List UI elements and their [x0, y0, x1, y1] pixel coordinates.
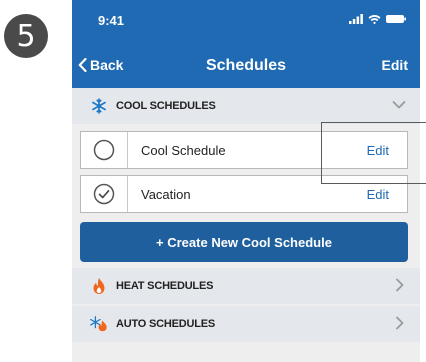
radio-unselected-icon: [93, 139, 115, 161]
cool-schedules-header[interactable]: COOL SCHEDULES: [72, 88, 420, 124]
step-number: 5: [16, 18, 36, 54]
signal-icon: [349, 14, 363, 24]
status-icons: [349, 14, 406, 24]
wifi-icon: [368, 15, 381, 24]
edit-schedule-button[interactable]: Edit: [367, 187, 389, 202]
snowflake-flame-icon: [90, 315, 108, 333]
auto-schedules-title: AUTO SCHEDULES: [116, 318, 216, 330]
auto-schedules-header[interactable]: AUTO SCHEDULES: [72, 306, 420, 342]
battery-icon: [386, 15, 406, 23]
schedule-select-radio[interactable]: [81, 132, 128, 168]
chevron-down-icon: [392, 101, 406, 109]
schedule-select-radio[interactable]: [81, 176, 128, 212]
page-title: Schedules: [205, 57, 287, 74]
schedule-name: Cool Schedule: [141, 143, 226, 158]
cool-schedules-title: COOL SCHEDULES: [116, 100, 216, 112]
edit-highlight-callout: [321, 122, 426, 184]
chevron-right-icon: [396, 316, 404, 330]
step-number-badge: 5: [4, 14, 48, 58]
status-bar: 9:41: [72, 0, 420, 44]
heat-schedules-header[interactable]: HEAT SCHEDULES: [72, 268, 420, 304]
status-time: 9:41: [98, 13, 125, 28]
heat-schedules-title: HEAT SCHEDULES: [116, 280, 214, 292]
radio-selected-check-icon: [93, 183, 115, 205]
schedule-name: Vacation: [141, 187, 191, 202]
create-new-cool-schedule-button[interactable]: + Create New Cool Schedule: [80, 222, 408, 262]
snowflake-icon: [90, 97, 108, 115]
flame-icon: [90, 277, 108, 295]
chevron-right-icon: [396, 278, 404, 292]
navigation-bar: Back Schedules Edit: [72, 44, 420, 88]
nav-edit-button[interactable]: Edit: [382, 57, 408, 73]
